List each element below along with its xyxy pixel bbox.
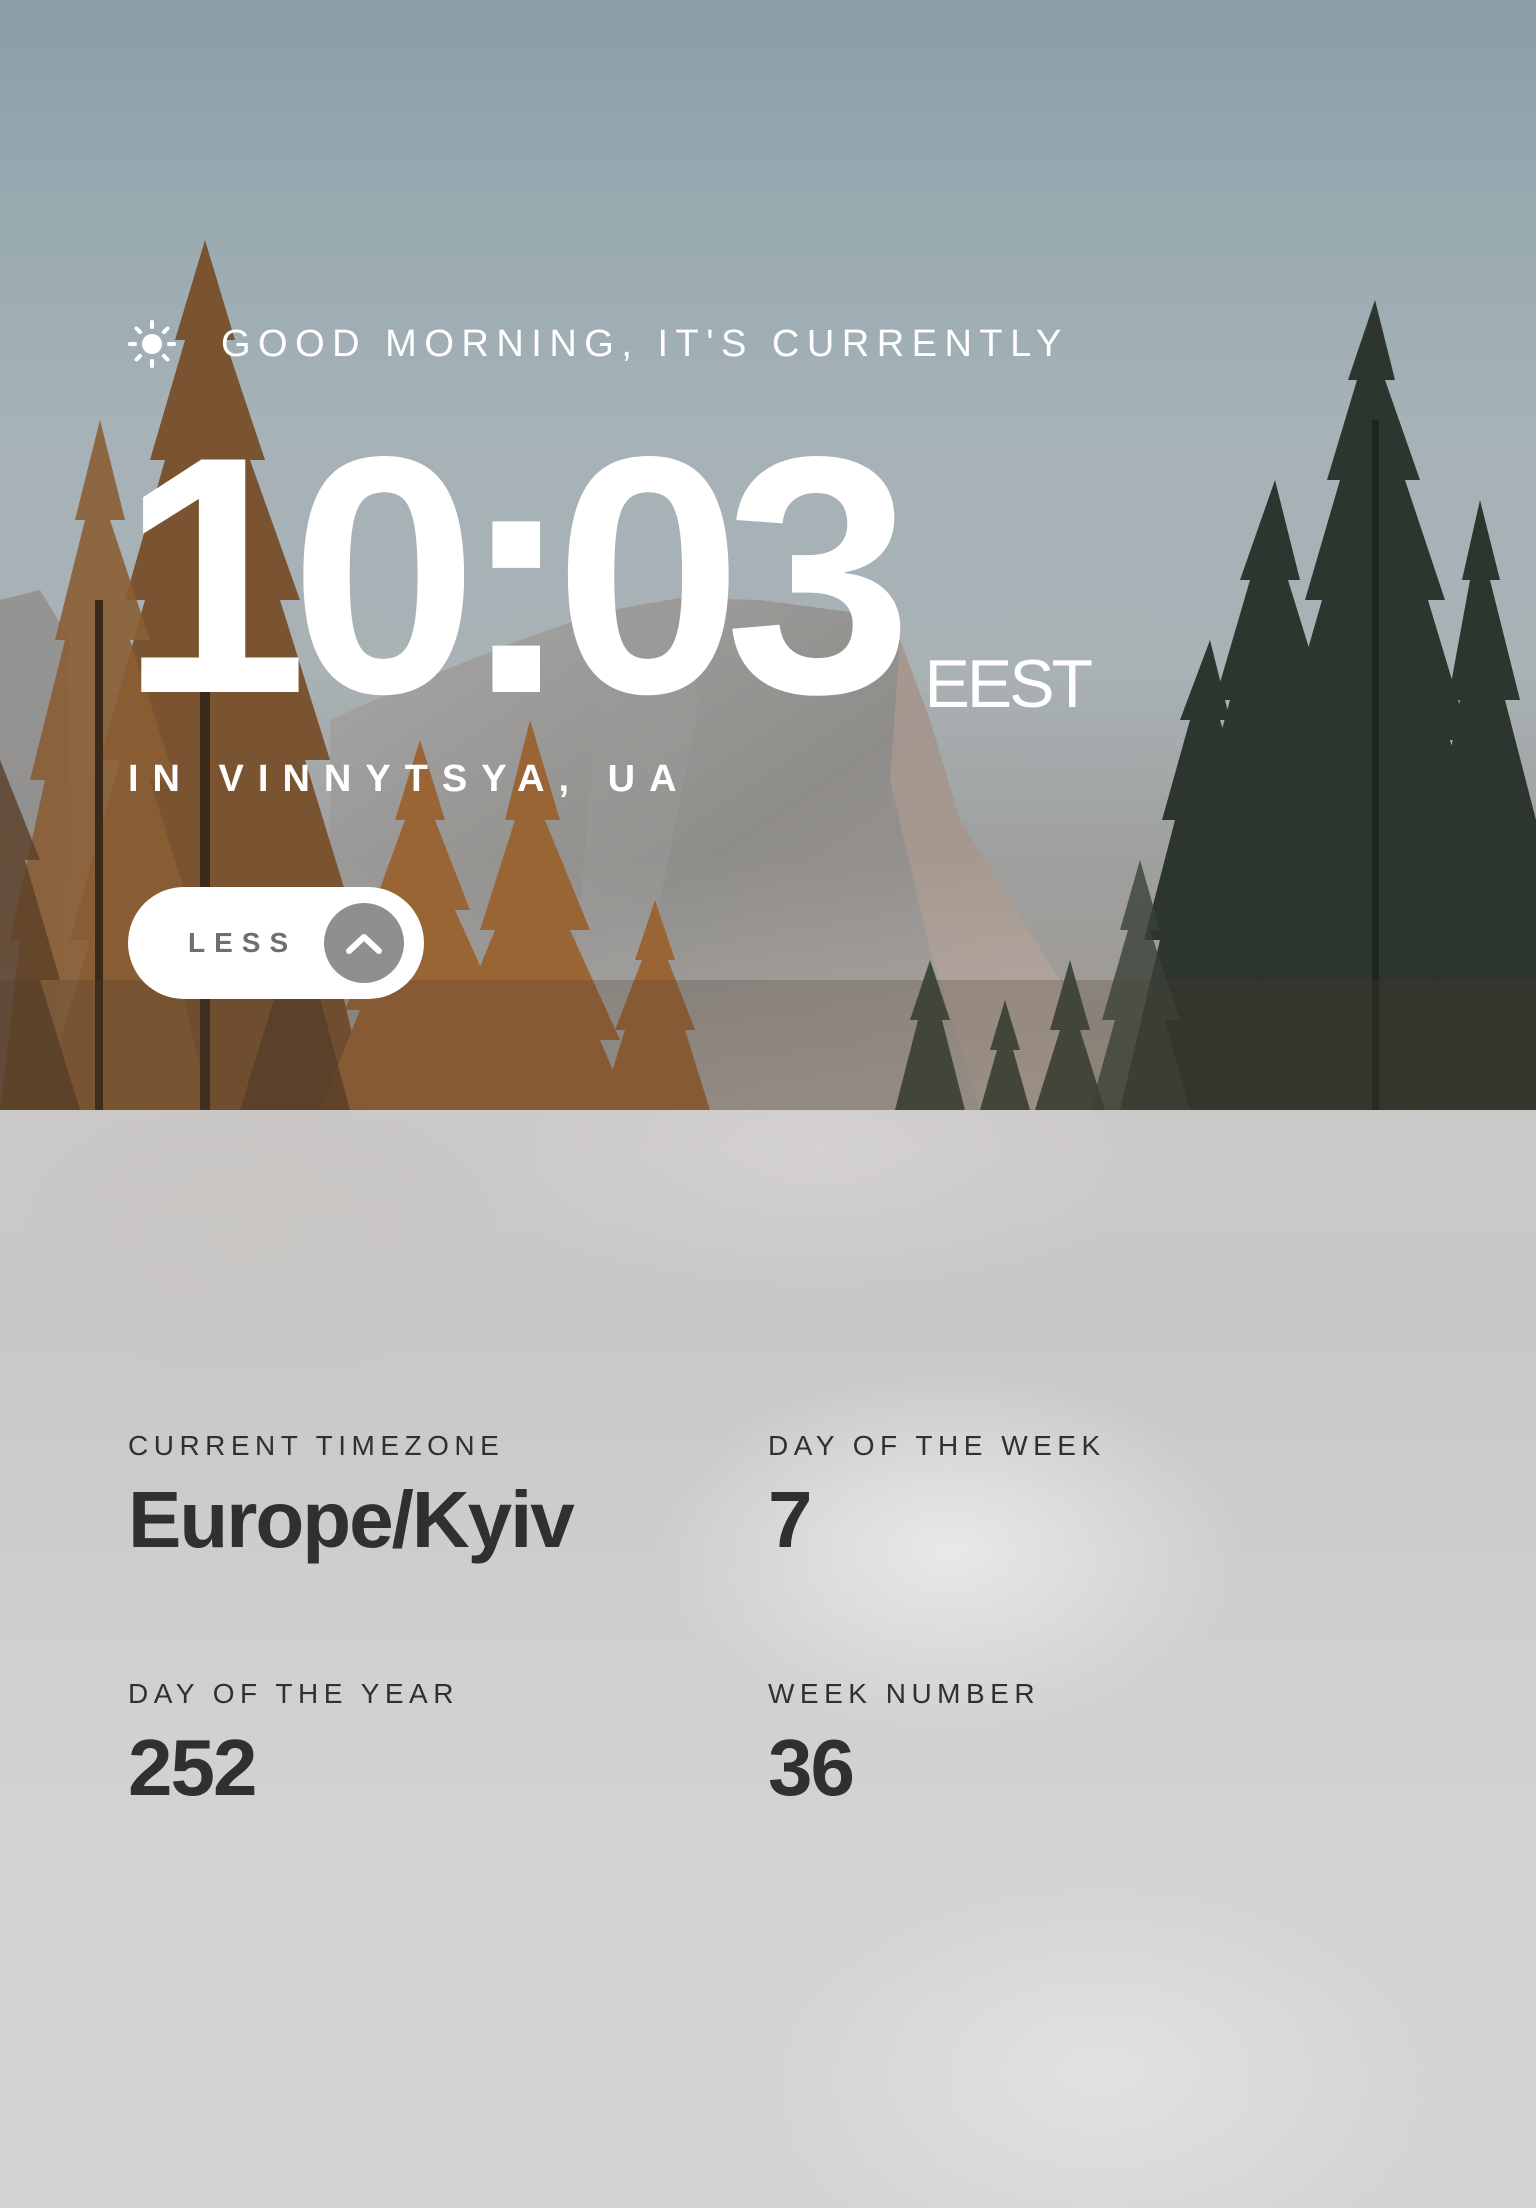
hero-section: GOOD MORNING, IT'S CURRENTLY 10:03 EEST … (0, 0, 1536, 1110)
day-of-week-label: DAY OF THE WEEK (768, 1430, 1106, 1461)
week-number-stat: WEEK NUMBER 36 (768, 1678, 1040, 1816)
day-of-year-stat: DAY OF THE YEAR 252 (128, 1678, 459, 1816)
details-panel: CURRENT TIMEZONE Europe/Kyiv DAY OF THE … (0, 1110, 1536, 2208)
day-of-week-value: 7 (768, 1475, 812, 1564)
week-number-value: 36 (768, 1723, 855, 1812)
week-number-label: WEEK NUMBER (768, 1678, 1041, 1709)
greeting-row: GOOD MORNING, IT'S CURRENTLY (128, 316, 1069, 372)
current-timezone-value: Europe/Kyiv (128, 1475, 575, 1564)
timezone-abbreviation: EEST (924, 646, 1093, 722)
less-toggle-button[interactable]: LESS (128, 887, 424, 999)
chevron-up-icon (324, 903, 404, 983)
sun-icon (128, 320, 176, 368)
location-text: IN VINNYTSYA, UA (128, 758, 691, 800)
current-time: 10:03 (120, 386, 912, 764)
greeting-text: GOOD MORNING, IT'S CURRENTLY (221, 322, 1069, 365)
time-display: 10:03 EEST (120, 386, 1093, 764)
current-timezone-stat: CURRENT TIMEZONE Europe/Kyiv (128, 1430, 575, 1568)
day-of-year-value: 252 (128, 1723, 257, 1812)
day-of-year-label: DAY OF THE YEAR (128, 1678, 459, 1709)
day-of-week-stat: DAY OF THE WEEK 7 (768, 1430, 1106, 1568)
less-toggle-label: LESS (188, 927, 298, 958)
current-timezone-label: CURRENT TIMEZONE (128, 1430, 505, 1461)
